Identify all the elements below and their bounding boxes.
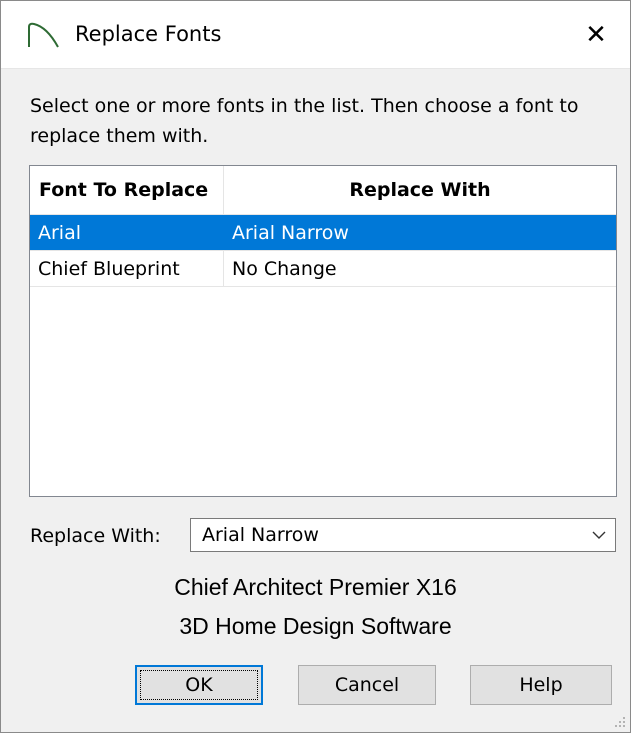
list-row-arial[interactable]: Arial Arial Narrow (30, 215, 616, 251)
focus-rectangle (140, 670, 258, 700)
replace-with-label: Replace With: (30, 525, 161, 547)
replace-fonts-dialog: Replace Fonts ✕ Select one or more fonts… (0, 0, 631, 733)
font-cell: Chief Blueprint (30, 251, 224, 286)
column-header-replace-with[interactable]: Replace With (224, 166, 616, 214)
ok-button[interactable]: OK (135, 665, 263, 705)
replace-with-value: Arial Narrow (202, 524, 319, 546)
replace-with-cell: Arial Narrow (232, 222, 349, 244)
instructions-text: Select one or more fonts in the list. Th… (30, 95, 579, 147)
product-name: Chief Architect Premier X16 (174, 574, 457, 600)
product-tagline: 3D Home Design Software (179, 613, 452, 639)
chief-architect-arch-icon (28, 22, 59, 48)
close-button[interactable]: ✕ (562, 1, 630, 68)
font-cell: Arial (30, 215, 224, 250)
resize-grip-icon[interactable] (612, 714, 626, 728)
chevron-down-icon (592, 531, 606, 539)
replace-with-dropdown[interactable]: Arial Narrow (190, 518, 616, 552)
close-icon: ✕ (585, 19, 607, 50)
help-button-label: Help (519, 674, 563, 696)
list-row-chief-blueprint[interactable]: Chief Blueprint No Change (30, 251, 616, 287)
window-title: Replace Fonts (75, 22, 222, 46)
column-header-font-to-replace[interactable]: Font To Replace (30, 166, 224, 214)
help-button[interactable]: Help (470, 665, 612, 705)
replace-with-cell: No Change (232, 258, 337, 280)
font-replace-list[interactable]: Font To Replace Replace With Arial Arial… (29, 165, 617, 497)
cancel-button[interactable]: Cancel (298, 665, 436, 705)
list-header: Font To Replace Replace With (30, 166, 616, 215)
cancel-button-label: Cancel (334, 674, 400, 696)
title-bar: Replace Fonts ✕ (1, 1, 630, 69)
